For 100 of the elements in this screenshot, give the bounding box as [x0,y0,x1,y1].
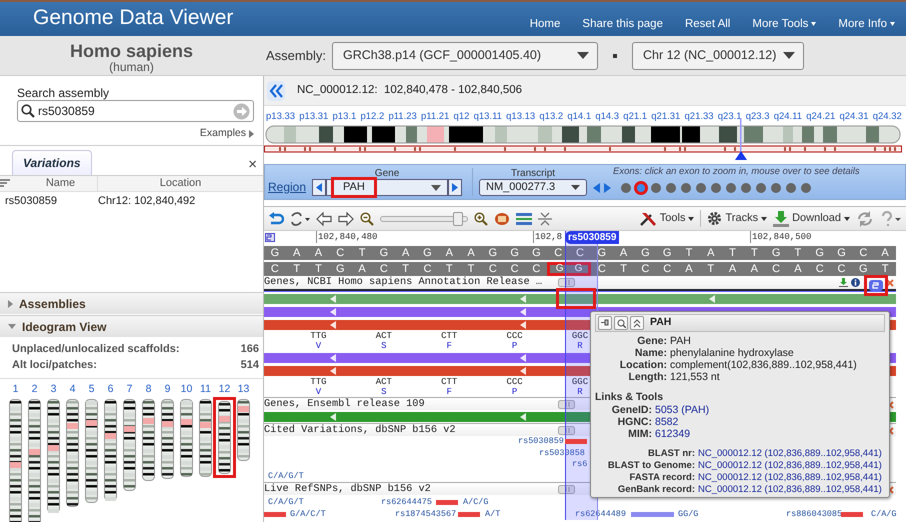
chromosome-drawing[interactable] [199,399,212,477]
chromosome-number[interactable]: 7 [126,383,132,396]
nav-link[interactable]: More Tools [741,16,828,32]
variant-label[interactable]: GG/G [678,508,698,520]
column-header[interactable]: Name [24,176,98,192]
variant-label[interactable]: rs5030859 [518,436,564,447]
chromosome-number[interactable]: 6 [108,383,114,396]
chromosome-drawing[interactable] [66,399,79,507]
marker-label[interactable]: rs5030859 [565,231,620,244]
exon-dot[interactable] [681,182,692,192]
zoom-out-icon[interactable] [360,212,374,226]
next-exon-icon[interactable] [604,182,612,192]
track-handle-icon[interactable] [558,485,575,494]
chromosome-number[interactable]: 11 [200,383,211,396]
variant-bar[interactable] [264,512,286,516]
field-link[interactable]: NC_000012.12 (102,836,889..102,958,441) [698,448,882,460]
exon-dot[interactable] [636,182,646,192]
field-link[interactable]: NC_000012.12 (102,836,889..102,958,441) [698,472,882,484]
exon-dot[interactable] [726,182,736,192]
variant-label[interactable]: C/A/G/T [268,497,304,508]
nav-link[interactable]: Home [518,16,572,32]
collapse-panel-button[interactable] [267,80,285,100]
chromosome-drawing[interactable] [180,399,193,477]
close-icon[interactable] [886,279,894,287]
search-field[interactable]: rs5030859 [17,100,254,122]
chromosome-number[interactable]: 3 [50,383,56,396]
chromosome-number[interactable]: 12 [218,383,230,396]
chromosome-drawing[interactable] [85,399,98,503]
section-header[interactable]: Ideogram View [0,315,263,337]
toolbar-menu[interactable]: Tools [638,210,702,227]
chromosome-number[interactable]: 13 [238,383,250,396]
chromosome-select[interactable]: Chr 12 (NC_000012.12) [632,42,804,70]
gene-select[interactable]: PAH [326,179,448,196]
exon-dot[interactable] [771,182,782,192]
field-link[interactable]: NC_000012.12 (102,836,889..102,958,441) [698,484,882,496]
zoom-in-icon[interactable] [474,212,488,226]
assembly-select[interactable]: GRCh38.p14 (GCF_000001405.40) [332,42,598,70]
info-icon[interactable] [851,278,860,287]
exon-dot[interactable] [651,182,662,192]
variant-label[interactable]: rs886043085 [786,508,842,520]
zoom-button[interactable] [614,316,628,330]
chromosome-drawing[interactable] [213,397,236,478]
close-button[interactable]: × [248,157,257,172]
strand-icon[interactable] [868,279,884,292]
nav-link[interactable]: Reset All [674,16,742,32]
forward-arrow-icon[interactable] [338,212,354,226]
exon-dot[interactable] [741,182,752,192]
back-arrow-icon[interactable] [316,212,332,226]
field-link[interactable]: NC_000012.12 (102,836,889..102,958,441) [698,460,882,472]
chromosome-drawing[interactable] [161,399,174,479]
variant-label[interactable]: rs6 [572,459,588,470]
variant-label[interactable]: rs1874543567 [395,508,456,520]
column-header[interactable]: Location [98,176,263,192]
variant-bar[interactable] [631,512,674,516]
pin-button[interactable] [598,316,612,330]
variant-bar[interactable] [841,512,863,516]
nav-link[interactable]: Share this page [571,16,674,32]
chromosome-drawing[interactable] [104,399,117,501]
exon-dot[interactable] [756,182,766,192]
nav-link[interactable]: More Info [827,16,906,32]
track-handle-icon[interactable] [558,426,575,435]
chromosome-number[interactable]: 2 [32,383,38,396]
chromosome-drawing[interactable] [123,399,136,491]
variant-bar[interactable] [458,512,480,516]
chromosome-number[interactable]: 9 [164,383,170,396]
examples-link[interactable]: Examples [200,126,254,142]
reload-menu-icon[interactable] [290,212,310,226]
sequence-icon[interactable] [494,212,510,226]
table-cell[interactable]: rs5030859 [5,192,98,210]
toolbar-menu[interactable]: Download [773,210,850,227]
transcript-select[interactable]: NM_000277.3 [479,179,588,196]
chromosome-number[interactable]: 1 [12,383,18,396]
variant-label[interactable]: A/C/G [463,497,489,508]
collapse-button[interactable] [630,316,644,330]
field-link[interactable]: 8582 [655,416,678,428]
chromosome-drawing[interactable] [142,399,155,481]
sort-icon[interactable] [0,178,10,188]
refresh-icon[interactable] [856,210,874,226]
exon-dot[interactable] [786,182,796,192]
exon-dot[interactable] [621,182,632,192]
chromosome-drawing[interactable] [9,399,22,522]
chromosome-drawing[interactable] [237,399,250,461]
next-gene-button[interactable] [448,179,462,196]
collapse-tracks-icon[interactable] [538,212,552,226]
field-link[interactable]: 5053 (PAH) [655,404,710,416]
field-link[interactable]: 612349 [655,428,690,440]
variant-label[interactable]: rs62644475 [381,497,432,508]
exon-dot[interactable] [801,182,812,192]
exon-dot[interactable] [666,182,676,192]
track-layout-icon[interactable] [516,212,532,226]
previous-exon-icon[interactable] [593,182,600,192]
chromosome-number[interactable]: 8 [146,383,152,396]
variations-tab[interactable]: Variations [12,150,92,175]
exon-dot[interactable] [696,182,706,192]
chromosome-number[interactable]: 4 [70,383,76,396]
track-handle-icon[interactable] [558,400,575,409]
region-link[interactable]: Region [268,178,306,196]
exon-dot[interactable] [711,182,722,192]
previous-gene-button[interactable] [312,179,326,196]
undo-icon[interactable] [268,212,284,226]
